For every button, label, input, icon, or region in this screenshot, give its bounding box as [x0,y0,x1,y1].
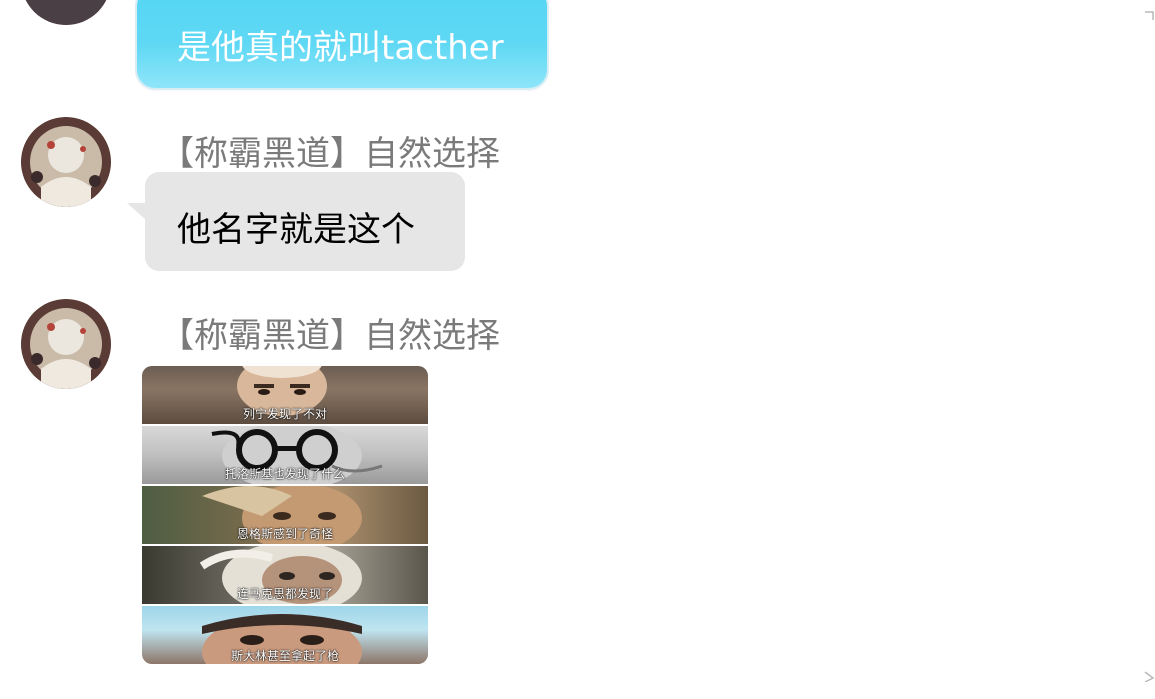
meme-panel: 连马克思都发现了 [142,546,428,606]
avatar[interactable] [21,0,111,25]
sender-name: 【称霸黑道】自然选择 [160,316,500,356]
message-text: 他名字就是这个 [177,210,415,250]
message-bubble-other[interactable]: 他名字就是这个 [145,172,465,271]
meme-caption: 斯大林甚至拿起了枪 [230,649,339,663]
meme-panel: 恩格斯感到了奇怪 [142,486,428,546]
message-text: 是他真的就叫tacther [177,28,504,68]
message-image[interactable]: 列宁发现了不对 托洛斯基也发现了什么 恩格斯感到了奇怪 连马克思都发现了 斯大林… [142,366,428,664]
meme-panel: 托洛斯基也发现了什么 [142,426,428,486]
message-bubble-self[interactable]: 是他真的就叫tacther [137,0,547,88]
meme-caption: 连马克思都发现了 [236,587,333,601]
chevron-up-icon[interactable] [1143,8,1155,20]
avatar-image [21,299,111,389]
meme-caption: 托洛斯基也发现了什么 [224,467,345,481]
meme-caption: 恩格斯感到了奇怪 [236,527,333,541]
meme-caption: 列宁发现了不对 [242,407,327,421]
avatar[interactable] [21,299,111,389]
chat-window: 是他真的就叫tacther 【称霸黑道】自然选择 他名字就是这个 【称霸黑道】自… [0,0,1155,699]
avatar[interactable] [21,117,111,207]
meme-panel: 斯大林甚至拿起了枪 [142,606,428,664]
chevron-down-icon[interactable] [1143,670,1155,683]
sender-name: 【称霸黑道】自然选择 [160,134,500,174]
avatar-image [21,117,111,207]
meme-panel: 列宁发现了不对 [142,366,428,426]
avatar-image [25,0,107,25]
bubble-tail [127,203,147,221]
